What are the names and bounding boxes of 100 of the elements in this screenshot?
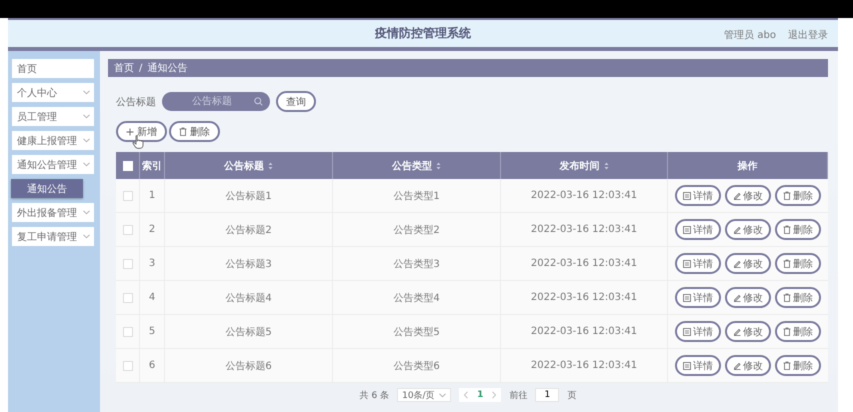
- trash-icon: [783, 293, 791, 302]
- page-size-select[interactable]: 10条/页: [397, 388, 452, 402]
- plus-icon: [126, 128, 134, 136]
- delete-button[interactable]: 删除: [775, 185, 821, 206]
- table-cell: 公告类型2: [333, 213, 501, 246]
- table-cell: 1: [140, 179, 165, 212]
- detail-button[interactable]: 详情: [675, 355, 721, 376]
- table-cell: 公告标题5: [165, 315, 333, 348]
- detail-button[interactable]: 详情: [675, 219, 721, 240]
- column-header: 操作: [738, 160, 758, 172]
- row-checkbox[interactable]: [122, 258, 132, 268]
- document-icon: [683, 226, 691, 234]
- row-checkbox[interactable]: [122, 224, 132, 234]
- breadcrumb-item: 通知公告: [147, 62, 188, 75]
- sidebar-item[interactable]: 首页: [12, 59, 94, 78]
- goto-page-field[interactable]: 1: [535, 388, 560, 402]
- trash-icon: [783, 225, 791, 234]
- search-label: 公告标题: [116, 96, 156, 108]
- delete-button[interactable]: 删除: [775, 219, 821, 240]
- search-field[interactable]: 公告标题: [162, 92, 270, 111]
- edit-button[interactable]: 修改: [725, 287, 771, 308]
- table-cell: 公告类型3: [333, 247, 501, 280]
- pencil-icon: [733, 260, 741, 268]
- table-cell: 4: [140, 281, 165, 314]
- delete-button[interactable]: 删除: [775, 253, 821, 274]
- chevron-icon: [83, 162, 90, 167]
- detail-button[interactable]: 详情: [675, 185, 721, 206]
- edit-button[interactable]: 修改: [725, 253, 771, 274]
- document-icon: [683, 192, 691, 200]
- sort-icon[interactable]: [436, 162, 441, 170]
- page-suffix: 页: [567, 390, 576, 402]
- delete-button[interactable]: 删除: [775, 321, 821, 342]
- chevron-icon: [83, 114, 90, 119]
- trash-icon: [783, 191, 791, 200]
- document-icon: [683, 294, 691, 302]
- chevron-icon: [439, 392, 446, 398]
- sidebar-subitem[interactable]: 通知公告: [11, 179, 83, 198]
- select-all-checkbox[interactable]: [122, 160, 132, 170]
- chevron-icon: [83, 210, 90, 215]
- trash-icon: [179, 127, 187, 136]
- row-checkbox[interactable]: [122, 292, 132, 302]
- row-checkbox[interactable]: [122, 360, 132, 370]
- delete-button[interactable]: 删除: [775, 287, 821, 308]
- trash-icon: [783, 361, 791, 370]
- user-label: 管理员 abo: [724, 29, 776, 42]
- sidebar-item[interactable]: 个人中心: [12, 83, 94, 102]
- column-header[interactable]: 发布时间: [560, 158, 608, 172]
- delete-button[interactable]: 删除: [775, 355, 821, 376]
- hand-cursor-icon: [132, 135, 144, 149]
- logout-link[interactable]: 退出登录: [788, 28, 828, 42]
- system-title: 疫情防控管理系统: [375, 25, 471, 42]
- pencil-icon: [733, 362, 741, 370]
- chevron-icon: [83, 234, 90, 239]
- sidebar-item[interactable]: 外出报备管理: [12, 203, 94, 222]
- row-checkbox[interactable]: [122, 326, 132, 336]
- add-button[interactable]: 新增: [116, 121, 167, 142]
- sort-icon[interactable]: [604, 162, 608, 170]
- detail-button[interactable]: 详情: [675, 321, 721, 342]
- delete-button[interactable]: 删除: [169, 121, 220, 142]
- table-cell: 公告类型6: [333, 349, 501, 382]
- table-cell: 2022-03-16 12:03:41: [501, 315, 668, 348]
- column-header: 索引: [142, 160, 162, 172]
- column-header[interactable]: 公告类型: [392, 158, 441, 172]
- next-page-icon[interactable]: [491, 391, 498, 399]
- detail-button[interactable]: 详情: [675, 287, 721, 308]
- search-icon: [254, 97, 263, 106]
- detail-button[interactable]: 详情: [675, 253, 721, 274]
- pencil-icon: [733, 328, 741, 336]
- table-cell: 2022-03-16 12:03:41: [501, 179, 668, 212]
- sidebar-item[interactable]: 复工申请管理: [12, 227, 94, 246]
- table-cell: 公告类型1: [333, 179, 501, 212]
- table-cell: 公告标题1: [165, 179, 333, 212]
- edit-button[interactable]: 修改: [725, 185, 771, 206]
- edit-button[interactable]: 修改: [725, 355, 771, 376]
- pencil-icon: [733, 294, 741, 302]
- query-button[interactable]: 查询: [276, 91, 316, 112]
- document-icon: [683, 362, 691, 370]
- table-cell: 3: [140, 247, 165, 280]
- trash-icon: [783, 327, 791, 336]
- edit-button[interactable]: 修改: [725, 219, 771, 240]
- table-cell: 公告类型4: [333, 281, 501, 314]
- table-cell: 6: [140, 349, 165, 382]
- row-checkbox[interactable]: [122, 190, 132, 200]
- table-cell: 公告标题4: [165, 281, 333, 314]
- sort-icon[interactable]: [268, 162, 273, 170]
- total-count: 共 6 条: [360, 390, 390, 402]
- edit-button[interactable]: 修改: [725, 321, 771, 342]
- breadcrumb-item[interactable]: 首页: [114, 61, 134, 75]
- chevron-icon: [83, 90, 90, 95]
- page-number[interactable]: 1: [477, 390, 484, 400]
- table-cell: 5: [140, 315, 165, 348]
- table-cell: 2022-03-16 12:03:41: [501, 349, 668, 382]
- sidebar-item[interactable]: 通知公告管理: [12, 155, 94, 174]
- pencil-icon: [733, 226, 741, 234]
- table-cell: 2022-03-16 12:03:41: [501, 247, 668, 280]
- column-header[interactable]: 公告标题: [224, 158, 273, 172]
- sidebar-item[interactable]: 员工管理: [12, 107, 94, 126]
- sidebar-item[interactable]: 健康上报管理: [12, 131, 94, 150]
- goto-label: 前往: [509, 390, 528, 402]
- previous-page-icon[interactable]: [463, 391, 470, 399]
